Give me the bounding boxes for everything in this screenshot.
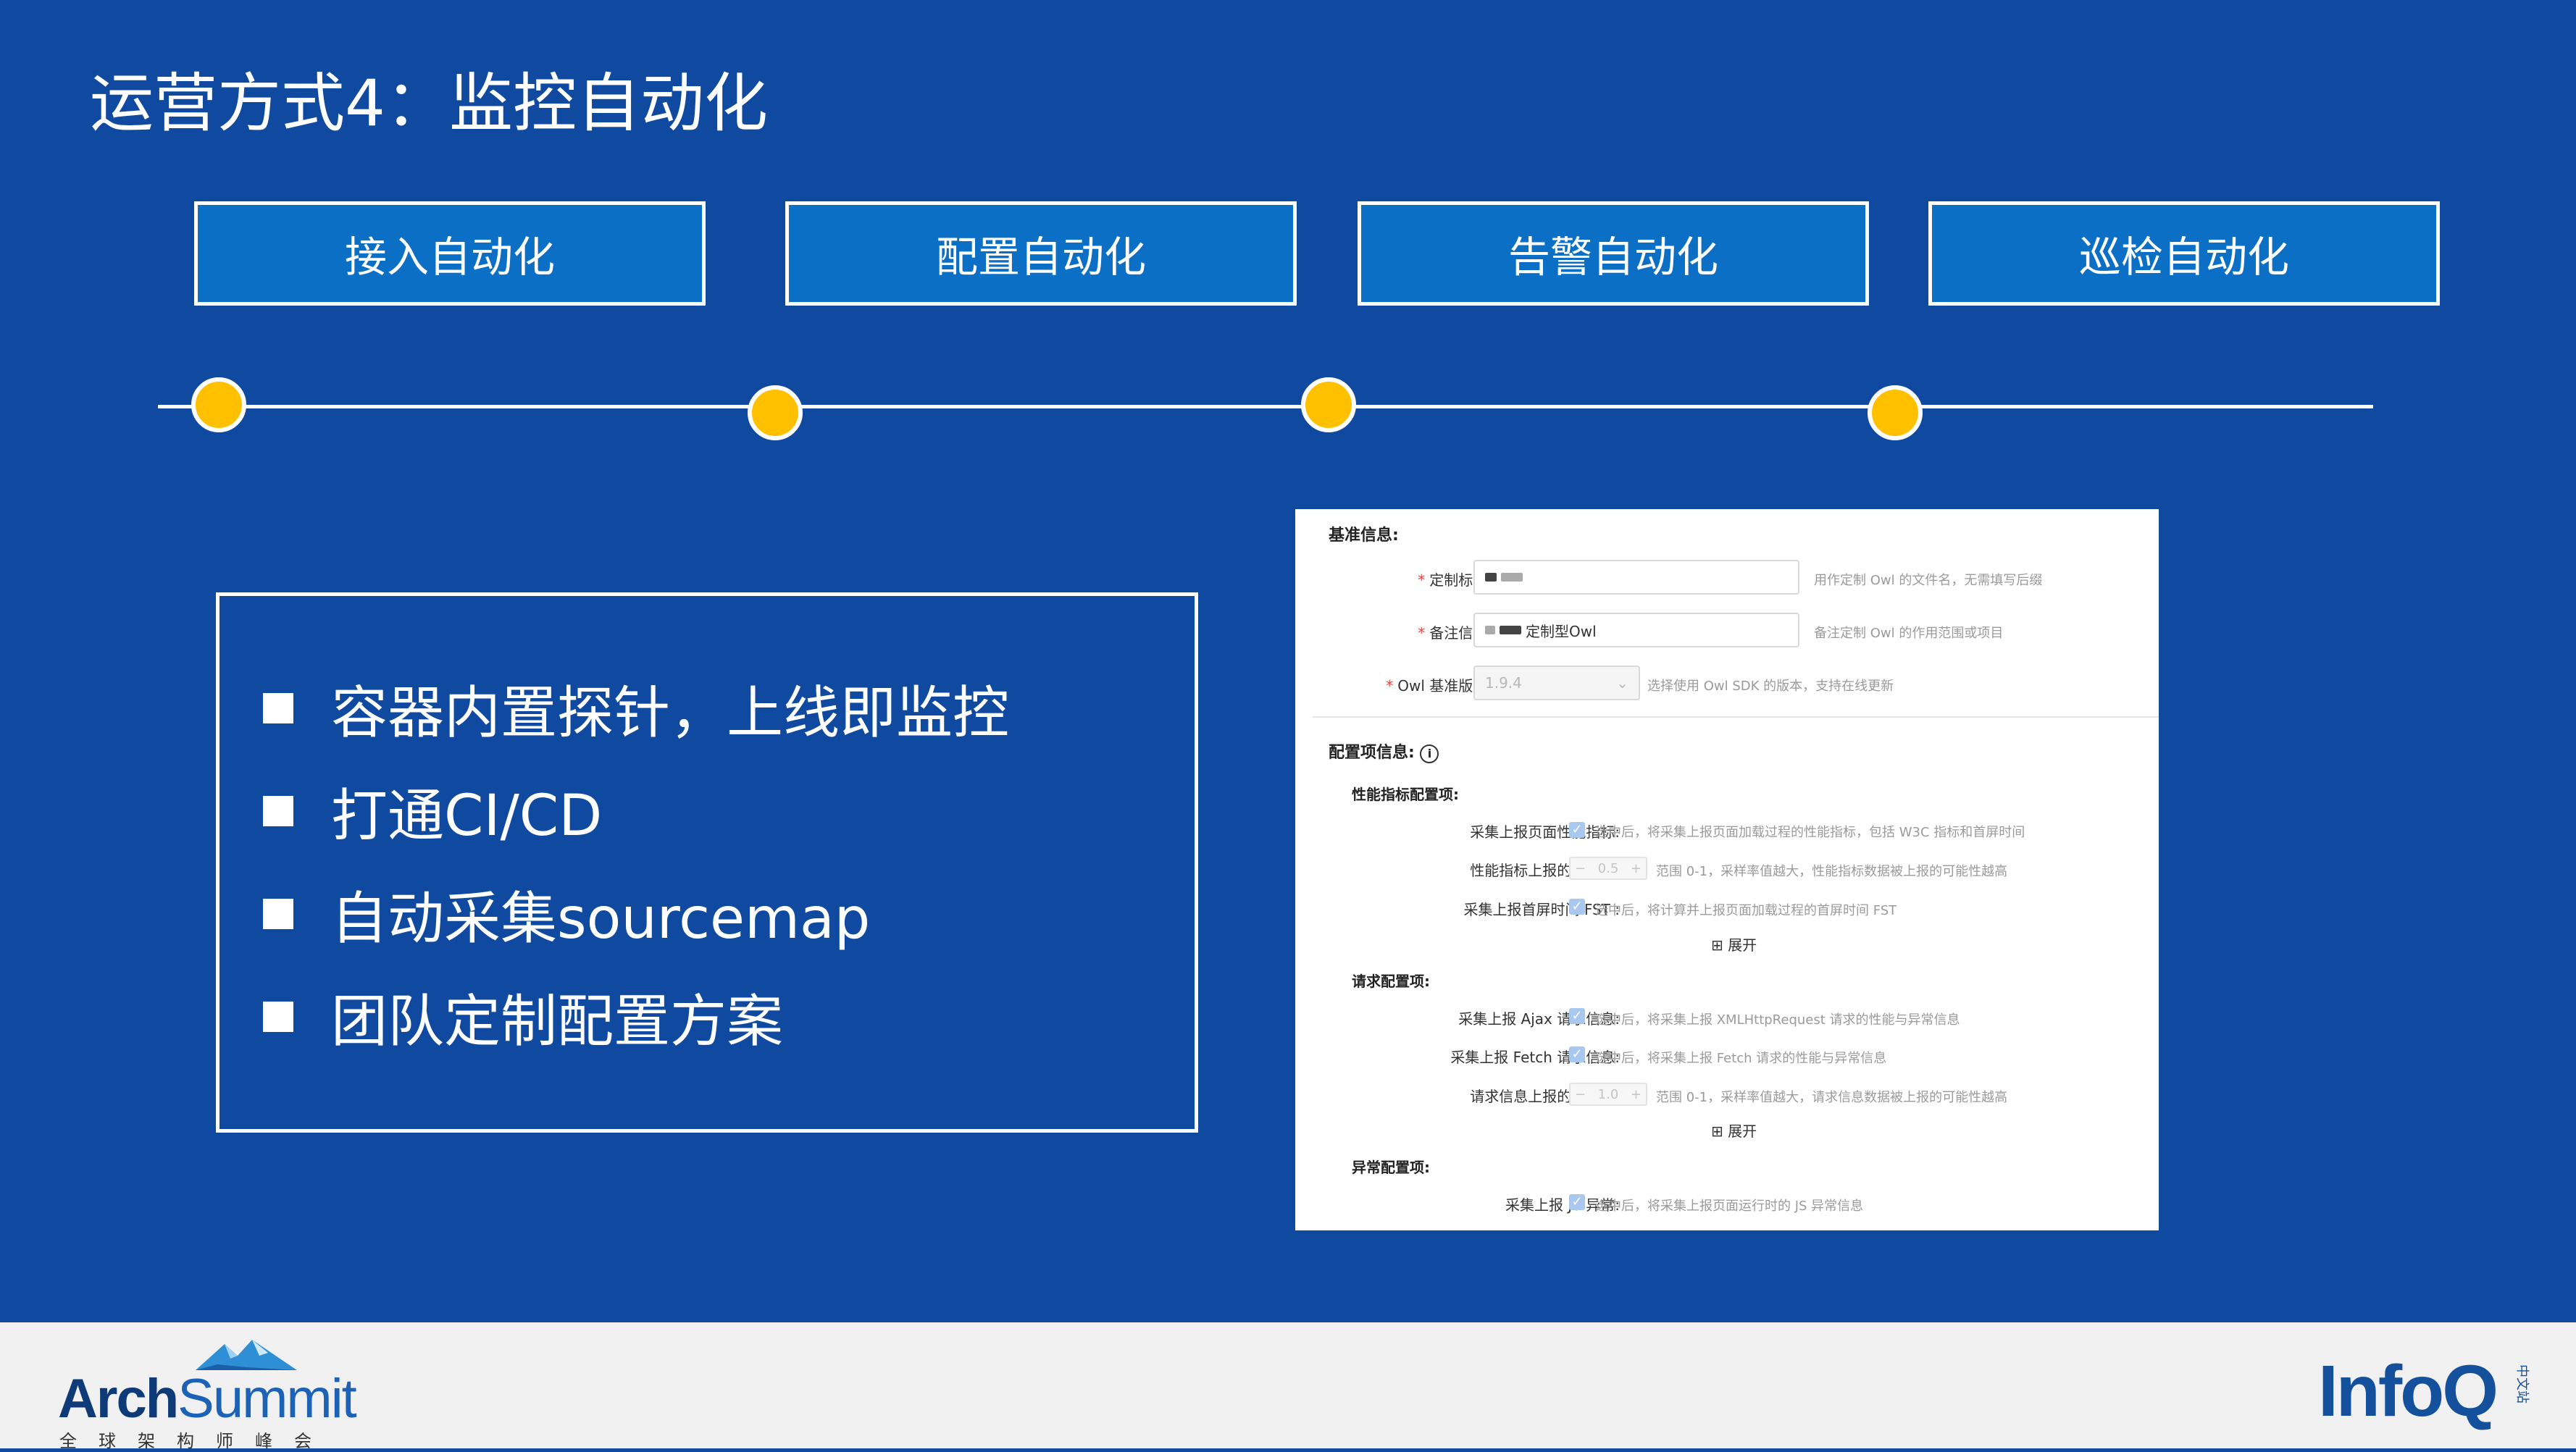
step-config-automation: 配置自动化: [785, 201, 1297, 306]
request-config-heading: 请求配置项:: [1352, 973, 1430, 990]
config-info-heading: 配置项信息: i: [1329, 739, 1439, 763]
info-icon[interactable]: i: [1420, 744, 1439, 763]
timeline-dot-3: [1301, 377, 1356, 432]
bullet-square-icon: [263, 1002, 293, 1032]
feature-item: 团队定制配置方案: [263, 965, 1009, 1068]
infoq-chinese-label: 中文站: [2514, 1364, 2530, 1403]
request-sample-rate-hint: 范围 0-1，采样率值越大，请求信息数据被上报的可能性越高: [1656, 1090, 2008, 1105]
remark-hint: 备注定制 Owl 的作用范围或项目: [1814, 626, 2004, 641]
custom-id-label: * 定制标识:: [1418, 571, 1492, 589]
step-access-automation: 接入自动化: [194, 201, 706, 306]
error-config-heading: 异常配置项:: [1352, 1159, 1430, 1176]
perf-config-heading: 性能指标配置项:: [1352, 786, 1459, 803]
bullet-square-icon: [263, 796, 293, 826]
config-form-panel: 基准信息: * 定制标识: 用作定制 Owl 的文件名，无需填写后缀 * 备注信息:…: [1295, 509, 2159, 1230]
perf-collect-checkbox[interactable]: ✓: [1569, 822, 1585, 838]
request-expand-button[interactable]: ⊞ 展开: [1711, 1120, 1757, 1141]
owl-version-hint: 选择使用 Owl SDK 的版本，支持在线更新: [1647, 679, 1894, 694]
timeline-dot-4: [1868, 385, 1923, 440]
feature-item: 自动采集sourcemap: [263, 863, 1009, 965]
step-inspection-automation: 巡检自动化: [1928, 201, 2440, 306]
bullet-square-icon: [263, 693, 293, 723]
fst-collect-checkbox[interactable]: ✓: [1569, 899, 1585, 915]
infoq-logo: InfoQ 中文站: [2318, 1351, 2550, 1431]
section-divider: [1313, 716, 2159, 718]
ajax-collect-hint: 选中后，将采集上报 XMLHttpRequest 请求的性能与异常信息: [1595, 1012, 1960, 1028]
archsummit-logo: ArchSummit 全球架构师峰会: [58, 1337, 357, 1451]
mountain-icon: [196, 1340, 297, 1370]
owl-version-label: * Owl 基准版本:: [1386, 677, 1492, 694]
bullet-square-icon: [263, 899, 293, 929]
request-sample-rate-stepper[interactable]: −1.0 +: [1569, 1083, 1647, 1106]
page-title: 运营方式4：监控自动化: [90, 66, 768, 140]
base-info-heading: 基准信息:: [1329, 526, 1399, 545]
feature-item: 容器内置探针，上线即监控: [263, 657, 1009, 760]
chevron-down-icon: ⌄: [1616, 674, 1628, 692]
expand-icon: ⊞: [1711, 1122, 1723, 1140]
minus-icon: −: [1575, 860, 1586, 876]
perf-collect-hint: 选中后，将采集上报页面加载过程的性能指标，包括 W3C 指标和首屏时间: [1595, 825, 2025, 840]
step-alert-automation: 告警自动化: [1358, 201, 1869, 306]
feature-box: 容器内置探针，上线即监控 打通CI/CD 自动采集sourcemap 团队定制配…: [216, 592, 1198, 1133]
remark-input[interactable]: 定制型Owl: [1473, 613, 1799, 647]
minus-icon: −: [1575, 1086, 1586, 1102]
fst-collect-hint: 选中后，将计算并上报页面加载过程的首屏时间 FST: [1595, 903, 1897, 918]
timeline-dot-2: [748, 385, 803, 440]
footer-bar: ArchSummit 全球架构师峰会 InfoQ 中文站: [0, 1322, 2576, 1451]
perf-sample-rate-stepper[interactable]: −0.5 +: [1569, 857, 1647, 880]
custom-id-input[interactable]: [1473, 560, 1799, 595]
archsummit-wordmark: ArchSummit: [58, 1368, 357, 1430]
owl-version-select[interactable]: 1.9.4 ⌄: [1473, 666, 1640, 700]
plus-icon: +: [1630, 860, 1642, 876]
js-error-collect-hint: 选中后，将采集上报页面运行时的 JS 异常信息: [1595, 1199, 1864, 1214]
fetch-collect-checkbox[interactable]: ✓: [1569, 1046, 1585, 1062]
ajax-collect-checkbox[interactable]: ✓: [1569, 1008, 1585, 1024]
plus-icon: +: [1630, 1086, 1642, 1102]
remark-label: * 备注信息:: [1418, 624, 1492, 642]
js-error-collect-checkbox[interactable]: ✓: [1569, 1194, 1585, 1210]
feature-item: 打通CI/CD: [263, 760, 1009, 863]
timeline-dot-1: [191, 377, 246, 432]
perf-sample-rate-hint: 范围 0-1，采样率值越大，性能指标数据被上报的可能性越高: [1656, 864, 2008, 879]
custom-id-hint: 用作定制 Owl 的文件名，无需填写后缀: [1814, 573, 2043, 588]
fetch-collect-hint: 选中后，将采集上报 Fetch 请求的性能与异常信息: [1595, 1051, 1887, 1066]
feature-list: 容器内置探针，上线即监控 打通CI/CD 自动采集sourcemap 团队定制配…: [263, 657, 1009, 1068]
timeline-line: [158, 405, 2373, 408]
perf-expand-button[interactable]: ⊞ 展开: [1711, 933, 1757, 954]
infoq-wordmark: InfoQ: [2318, 1351, 2498, 1432]
slide: 运营方式4：监控自动化 接入自动化 配置自动化 告警自动化 巡检自动化 容器内置…: [0, 0, 2576, 1322]
expand-icon: ⊞: [1711, 936, 1723, 954]
